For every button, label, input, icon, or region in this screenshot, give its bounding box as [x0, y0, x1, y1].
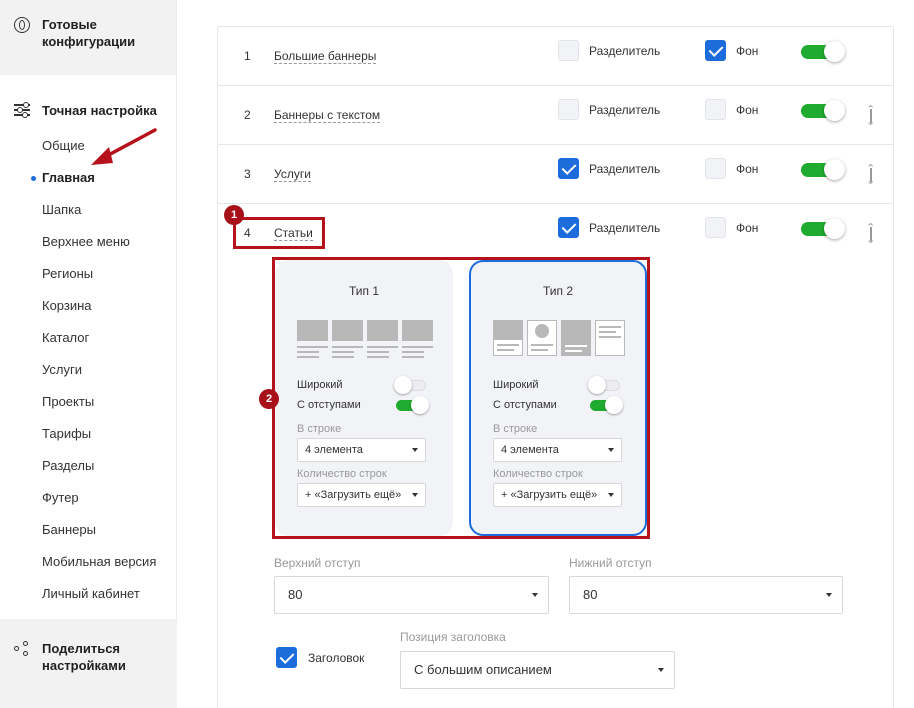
top-padding-label: Верхний отступ — [274, 556, 361, 570]
block-row: 3 Услуги Разделитель Фон ⌃ — [218, 145, 893, 204]
sidebar-item-cart[interactable]: Корзина — [0, 290, 176, 322]
share-icon — [14, 641, 30, 657]
separator-label: Разделитель — [589, 221, 661, 235]
separator-checkbox[interactable] — [558, 99, 579, 120]
sidebar-item-top-menu[interactable]: Верхнее меню — [0, 226, 176, 258]
separator-label: Разделитель — [589, 103, 661, 117]
background-label: Фон — [736, 162, 759, 176]
separator-checkbox[interactable] — [558, 40, 579, 61]
sidebar-item-tariffs[interactable]: Тарифы — [0, 418, 176, 450]
drag-handle-icon[interactable]: ⌃ — [866, 103, 876, 126]
sidebar-item-header[interactable]: Шапка — [0, 194, 176, 226]
sidebar-item-footer[interactable]: Футер — [0, 482, 176, 514]
chevron-down-icon — [826, 593, 832, 597]
sidebar-item-regions[interactable]: Регионы — [0, 258, 176, 290]
block-enabled-toggle[interactable] — [801, 99, 845, 121]
ready-configs-item[interactable]: Готовые конфигурации — [0, 0, 176, 75]
separator-checkbox[interactable] — [558, 217, 579, 238]
block-enabled-toggle[interactable] — [801, 158, 845, 180]
block-name[interactable]: Услуги — [274, 167, 311, 182]
header-checkbox[interactable] — [276, 647, 297, 668]
background-checkbox[interactable] — [705, 40, 726, 61]
separator-label: Разделитель — [589, 44, 661, 58]
bottom-padding-select[interactable]: 80 — [569, 576, 843, 614]
annotation-highlight-2 — [272, 257, 650, 539]
share-settings-item[interactable]: Поделиться настройками — [0, 619, 177, 708]
block-row: 2 Баннеры с текстом Разделитель Фон ⌃ — [218, 86, 893, 145]
block-number: 2 — [244, 108, 251, 122]
fine-tuning-label: Точная настройка — [42, 102, 157, 118]
sidebar-item-services[interactable]: Услуги — [0, 354, 176, 386]
chevron-down-icon — [532, 593, 538, 597]
block-number: 1 — [244, 49, 251, 63]
sidebar-item-catalog[interactable]: Каталог — [0, 322, 176, 354]
annotation-arrow — [91, 128, 157, 165]
separator-checkbox[interactable] — [558, 158, 579, 179]
header-position-select[interactable]: С большим описанием — [400, 651, 675, 689]
drag-handle-icon[interactable]: ⌃ — [866, 221, 876, 244]
block-enabled-toggle[interactable] — [801, 217, 845, 239]
top-padding-select[interactable]: 80 — [274, 576, 549, 614]
sidebar-nav: Общие Главная Шапка Верхнее меню Регионы… — [0, 125, 176, 610]
header-position-value: С большим описанием — [414, 662, 552, 677]
bottom-padding-label: Нижний отступ — [569, 556, 652, 570]
annotation-highlight-1 — [233, 217, 325, 249]
background-checkbox[interactable] — [705, 158, 726, 179]
background-label: Фон — [736, 44, 759, 58]
sidebar-item-sections[interactable]: Разделы — [0, 450, 176, 482]
block-number: 3 — [244, 167, 251, 181]
annotation-badge-2: 2 — [259, 389, 279, 409]
ready-configs-label: Готовые конфигурации — [42, 17, 136, 49]
sidebar: Готовые конфигурации Точная настройка Об… — [0, 0, 177, 708]
sidebar-item-banners[interactable]: Баннеры — [0, 514, 176, 546]
block-name[interactable]: Большие баннеры — [274, 49, 377, 64]
header-checkbox-label: Заголовок — [308, 651, 365, 665]
bottom-padding-value: 80 — [583, 587, 598, 602]
sliders-icon — [14, 102, 30, 117]
block-enabled-toggle[interactable] — [801, 40, 845, 62]
background-label: Фон — [736, 221, 759, 235]
sidebar-item-mobile[interactable]: Мобильная версия — [0, 546, 176, 578]
background-checkbox[interactable] — [705, 217, 726, 238]
block-name[interactable]: Баннеры с текстом — [274, 108, 381, 123]
sidebar-item-account[interactable]: Личный кабинет — [0, 578, 176, 610]
background-checkbox[interactable] — [705, 99, 726, 120]
header-position-label: Позиция заголовка — [400, 630, 506, 644]
annotation-badge-1: 1 — [224, 205, 244, 225]
separator-label: Разделитель — [589, 162, 661, 176]
top-padding-value: 80 — [288, 587, 303, 602]
background-label: Фон — [736, 103, 759, 117]
share-settings-label: Поделиться настройками — [42, 641, 126, 673]
block-row: 1 Большие баннеры Разделитель Фон — [218, 27, 893, 86]
sidebar-item-projects[interactable]: Проекты — [0, 386, 176, 418]
drag-handle-icon[interactable]: ⌃ — [866, 162, 876, 185]
configs-icon — [14, 17, 30, 33]
chevron-down-icon — [658, 668, 664, 672]
fine-tuning-section[interactable]: Точная настройка — [0, 75, 176, 125]
